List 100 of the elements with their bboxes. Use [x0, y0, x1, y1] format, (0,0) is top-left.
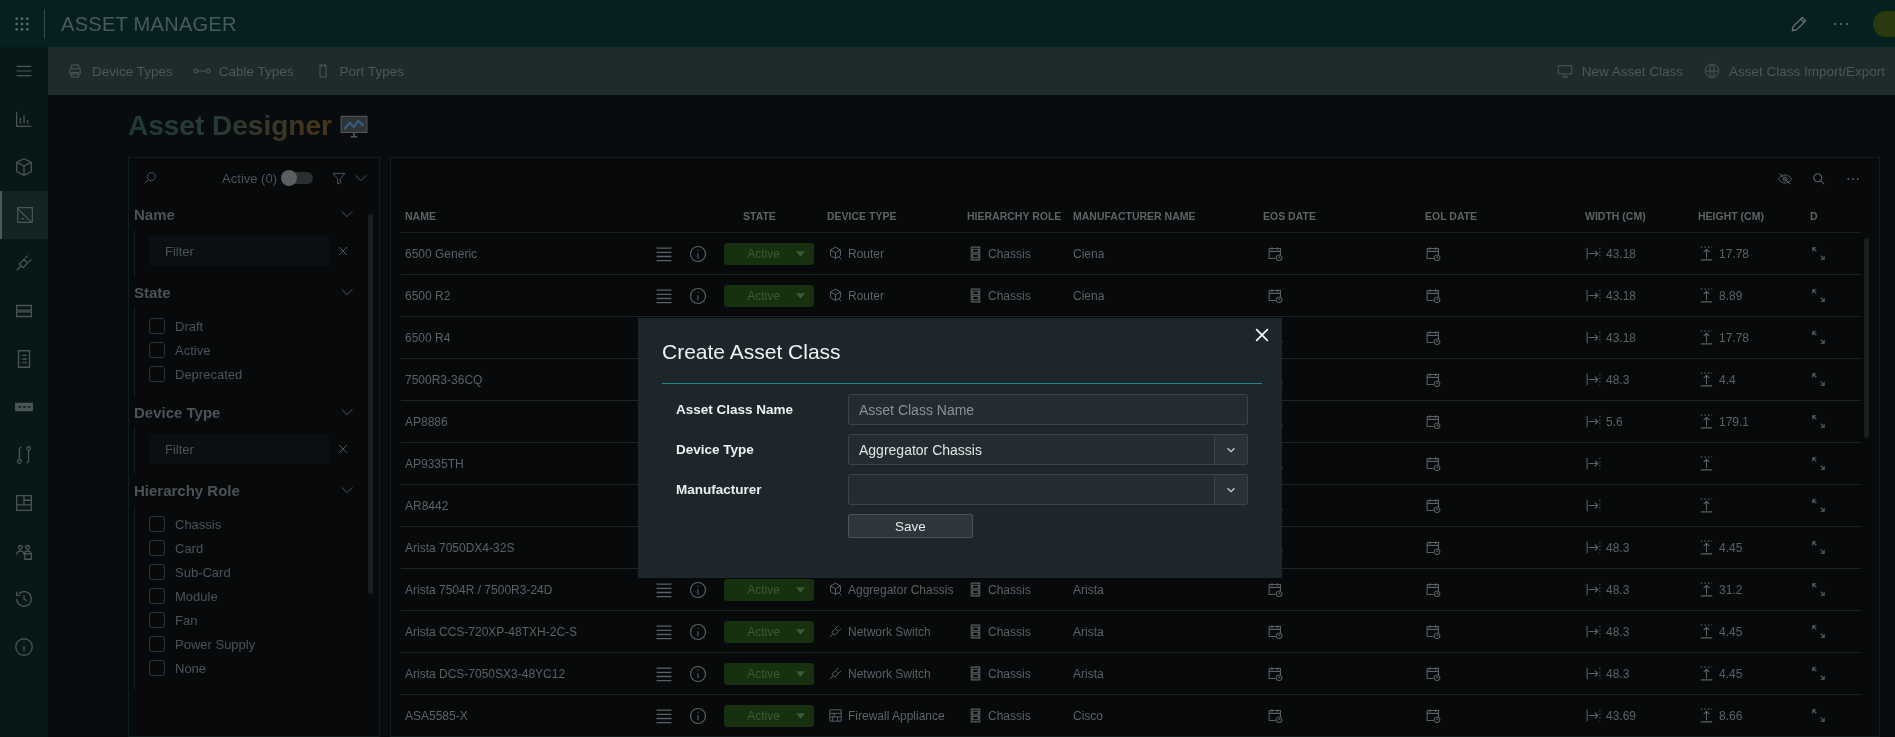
column-header[interactable]: HIERARCHY ROLE	[963, 210, 1069, 222]
select-field[interactable]: Aggregator Chassis	[848, 434, 1248, 465]
calendar-icon[interactable]	[1425, 665, 1442, 682]
checkbox-label: Fan	[175, 612, 198, 628]
search-icon[interactable]	[142, 170, 158, 186]
checkbox-label: Active	[175, 342, 211, 358]
calendar-icon[interactable]	[1425, 371, 1442, 388]
checkbox[interactable]	[149, 318, 165, 334]
column-header[interactable]: EOL DATE	[1421, 210, 1581, 222]
checkbox[interactable]	[149, 588, 165, 604]
table-cell-text: 6500 R2	[404, 288, 452, 303]
calendar-icon[interactable]	[1425, 455, 1442, 472]
filter-section-title[interactable]: Device Type	[134, 403, 221, 421]
table-cell: 48.3	[1606, 372, 1630, 387]
table-cell-text: Ciena	[1072, 246, 1106, 261]
checkbox[interactable]	[149, 342, 165, 358]
eye-off-icon[interactable]	[1777, 171, 1793, 187]
filter-section-title[interactable]: Hierarchy Role	[134, 481, 240, 499]
calendar-icon[interactable]	[1425, 581, 1442, 598]
table-cell-text: 6500 Generic	[404, 246, 479, 261]
calendar-icon[interactable]	[1267, 581, 1284, 598]
calendar-icon[interactable]	[1267, 665, 1284, 682]
table-cell-text: Arista	[1072, 582, 1105, 597]
checkbox-label: None	[175, 660, 207, 676]
column-header[interactable]: MANUFACTURER NAME	[1069, 210, 1259, 222]
table-cell: Router	[848, 288, 885, 303]
table-cell: 43.18	[1606, 288, 1637, 303]
filter-icon[interactable]	[331, 170, 347, 186]
height-icon	[1698, 539, 1715, 556]
column-header[interactable]: EOS DATE	[1259, 210, 1421, 222]
checkbox-label: Module	[175, 588, 218, 604]
checkbox[interactable]	[149, 516, 165, 532]
filter-section-title[interactable]: Name	[134, 205, 175, 223]
calendar-icon[interactable]	[1267, 287, 1284, 304]
table-cell-text: AP8886	[404, 414, 449, 429]
resize-icon	[1810, 371, 1827, 388]
column-header[interactable]: NAME	[401, 210, 647, 222]
table-cell-text: Arista CCS-720XP-48TXH-2C-S	[404, 624, 579, 639]
info-icon[interactable]	[688, 621, 708, 642]
checkbox[interactable]	[149, 660, 165, 676]
info-icon[interactable]	[688, 579, 708, 600]
resize-icon	[1810, 497, 1827, 514]
calendar-icon[interactable]	[1425, 329, 1442, 346]
active-toggle[interactable]	[283, 172, 313, 184]
input-field[interactable]: Asset Class Name	[848, 394, 1248, 425]
resize-icon	[1810, 245, 1827, 262]
calendar-icon[interactable]	[1425, 707, 1442, 724]
filter-field[interactable]: Filter	[149, 236, 329, 266]
dialog-title: Create Asset Class	[662, 340, 842, 365]
calendar-icon[interactable]	[1425, 245, 1442, 262]
calendar-icon[interactable]	[1267, 623, 1284, 640]
resize-icon	[1810, 707, 1827, 724]
table-cell: Aggregator Chassis	[848, 582, 954, 597]
info-icon[interactable]	[688, 285, 708, 306]
table-cell: 8.66	[1719, 708, 1743, 723]
save-button[interactable]: Save	[848, 514, 973, 538]
table-cell: 43.18	[1606, 246, 1637, 261]
width-icon	[1585, 497, 1602, 514]
width-icon	[1585, 371, 1602, 388]
column-header[interactable]: HEIGHT (CM)	[1694, 210, 1806, 222]
checkbox[interactable]	[149, 540, 165, 556]
calendar-icon[interactable]	[1425, 539, 1442, 556]
column-header[interactable]: WIDTH (CM)	[1581, 210, 1694, 222]
column-header[interactable]: D	[1806, 210, 1826, 222]
info-icon[interactable]	[688, 243, 708, 264]
checkbox-label: Chassis	[175, 516, 222, 532]
calendar-icon[interactable]	[1425, 497, 1442, 514]
box-icon	[13, 156, 35, 178]
calendar-icon[interactable]	[1267, 707, 1284, 724]
info-icon[interactable]	[688, 663, 708, 684]
app-launcher-icon[interactable]	[14, 15, 30, 32]
select-field[interactable]	[848, 474, 1248, 505]
search-icon[interactable]	[1811, 171, 1827, 187]
info-icon[interactable]	[688, 705, 708, 726]
filter-section-title[interactable]: State	[134, 283, 171, 301]
resize-icon	[1810, 287, 1827, 304]
table-cell: 17.78	[1719, 246, 1750, 261]
checkbox[interactable]	[149, 366, 165, 382]
table-cell-text: Arista	[1072, 666, 1105, 681]
calendar-icon[interactable]	[1267, 245, 1284, 262]
checkbox[interactable]	[149, 612, 165, 628]
checkbox[interactable]	[149, 564, 165, 580]
column-header[interactable]: DEVICE TYPE	[823, 210, 963, 222]
table-cell: 4.4	[1719, 372, 1736, 387]
sidebar-item[interactable]	[0, 191, 48, 239]
filter-field[interactable]: Filter	[149, 434, 329, 464]
height-icon	[1698, 707, 1715, 724]
calendar-icon[interactable]	[1425, 413, 1442, 430]
column-header[interactable]: STATE	[715, 210, 823, 222]
layout-icon	[13, 492, 35, 514]
table-cell: Network Switch	[848, 666, 931, 681]
avatar[interactable]	[1873, 10, 1895, 37]
width-icon	[1585, 623, 1602, 640]
table-cell: Chassis	[988, 666, 1031, 681]
checkbox[interactable]	[149, 636, 165, 652]
table-cell: Chassis	[988, 246, 1031, 261]
height-icon	[1698, 329, 1715, 346]
checkbox-label: Draft	[175, 318, 204, 334]
calendar-icon[interactable]	[1425, 623, 1442, 640]
calendar-icon[interactable]	[1425, 287, 1442, 304]
